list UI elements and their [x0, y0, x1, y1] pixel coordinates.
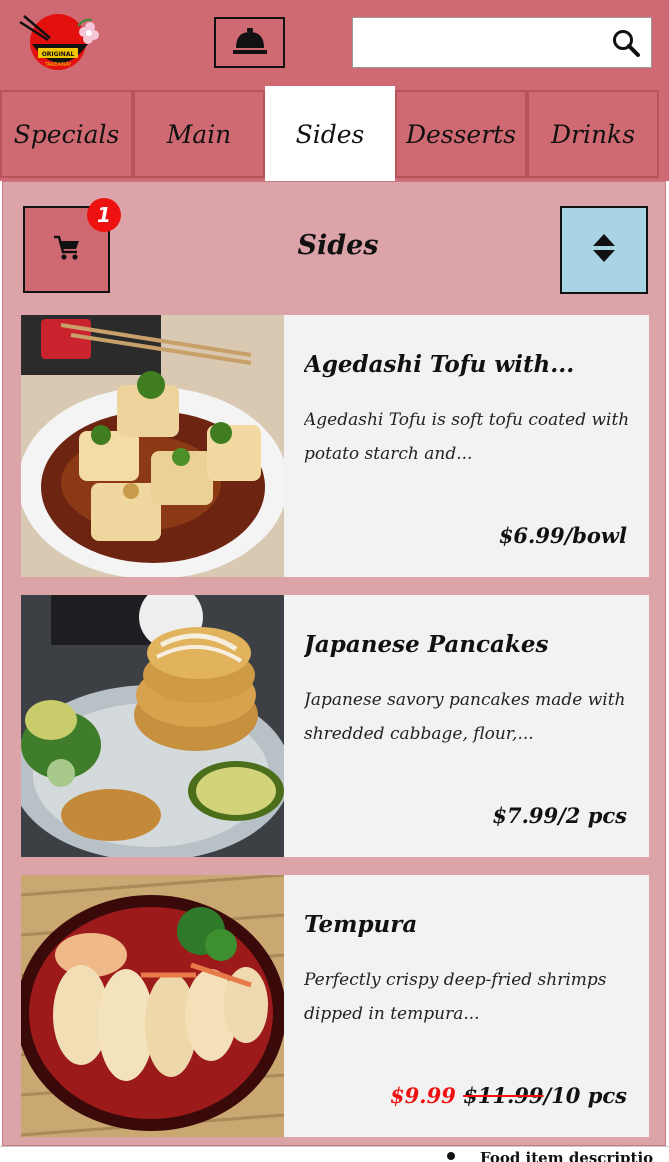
tab-label: Sides — [295, 119, 365, 149]
menu-item-details: Japanese Pancakes Japanese savory pancak… — [284, 595, 649, 857]
tempura-photo — [21, 875, 284, 1137]
tab-sides[interactable]: Sides — [265, 86, 395, 182]
service-bell-button[interactable] — [214, 17, 285, 68]
menu-item-price: $9.99 $11.99/10 pcs — [390, 1083, 627, 1108]
menu-panel: 1 Sides Agedashi Tofu with... Agedashi T… — [2, 181, 666, 1146]
menu-item-description: Perfectly crispy deep-fried shrimps dipp… — [304, 970, 607, 1024]
tab-label: Main — [166, 119, 232, 149]
svg-text:TAKEAWAY: TAKEAWAY — [44, 62, 72, 68]
category-tabs: Specials Main Sides Desserts Drinks — [0, 86, 669, 182]
search-box — [352, 17, 652, 68]
original-price: $11.99 — [463, 1083, 544, 1108]
tab-specials[interactable]: Specials — [0, 90, 133, 178]
top-bar: ORIGINAL TAKEAWAY — [0, 0, 669, 90]
footer-text: Food item descriptio — [480, 1149, 654, 1162]
tab-label: Drinks — [550, 119, 636, 149]
tab-label: Desserts — [405, 119, 517, 149]
sort-button[interactable] — [560, 206, 648, 294]
service-bell-icon — [232, 26, 268, 60]
menu-item-name: Agedashi Tofu with... — [304, 351, 575, 378]
tab-desserts[interactable]: Desserts — [395, 90, 527, 178]
cart-count-badge: 1 — [87, 198, 121, 232]
search-icon[interactable] — [611, 28, 641, 58]
menu-item-details: Agedashi Tofu with... Agedashi Tofu is s… — [284, 315, 649, 577]
svg-text:ORIGINAL: ORIGINAL — [42, 51, 75, 58]
sale-price: $9.99 — [390, 1083, 456, 1108]
page-title: Sides — [297, 230, 379, 261]
menu-item-card[interactable]: Tempura Perfectly crispy deep-fried shri… — [21, 875, 649, 1137]
menu-item-details: Tempura Perfectly crispy deep-fried shri… — [284, 875, 649, 1137]
search-input[interactable] — [353, 18, 603, 67]
page-footer: Food item descriptio — [0, 1146, 669, 1162]
japanese-pancakes-photo — [21, 595, 284, 857]
bullet-icon — [447, 1152, 455, 1160]
sort-icon — [591, 232, 617, 268]
cart-icon — [52, 234, 82, 266]
tab-drinks[interactable]: Drinks — [527, 90, 659, 178]
ramen-bowl-logo-icon[interactable]: ORIGINAL TAKEAWAY — [18, 10, 106, 78]
menu-item-description: Japanese savory pancakes made with shred… — [304, 690, 626, 744]
tab-main[interactable]: Main — [133, 90, 265, 178]
menu-item-name: Tempura — [304, 911, 418, 938]
menu-item-description: Agedashi Tofu is soft tofu coated with p… — [304, 410, 630, 464]
menu-item-name: Japanese Pancakes — [304, 631, 549, 658]
menu-item-card[interactable]: Agedashi Tofu with... Agedashi Tofu is s… — [21, 315, 649, 577]
tab-label: Specials — [13, 119, 120, 149]
menu-item-card[interactable]: Japanese Pancakes Japanese savory pancak… — [21, 595, 649, 857]
menu-item-price: $6.99/bowl — [498, 523, 627, 548]
menu-item-price: $7.99/2 pcs — [492, 803, 627, 828]
price-unit: /10 pcs — [543, 1083, 628, 1108]
agedashi-tofu-photo — [21, 315, 284, 577]
